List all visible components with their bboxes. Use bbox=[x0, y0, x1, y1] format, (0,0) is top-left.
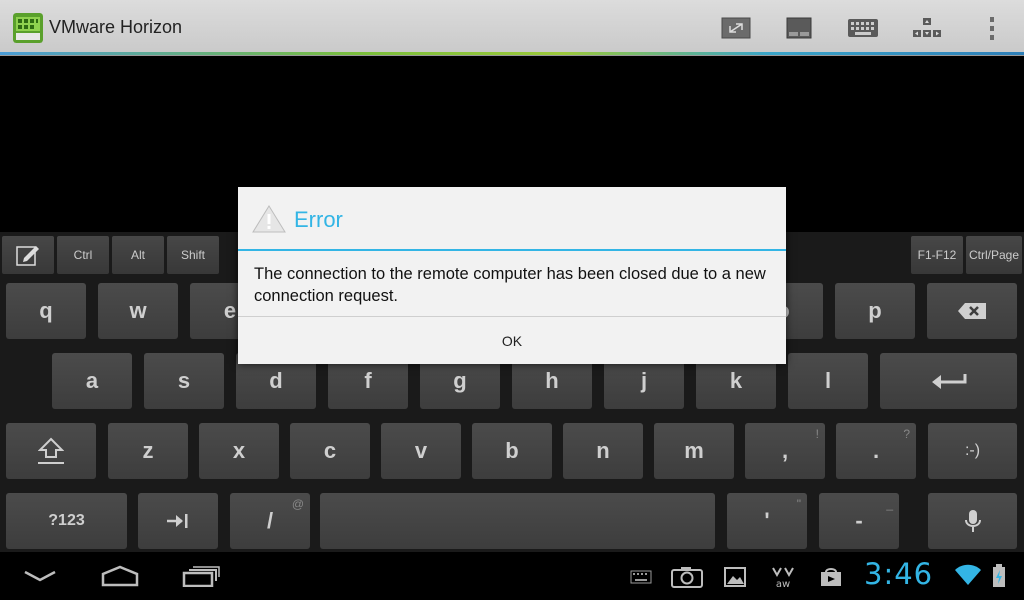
home-icon bbox=[101, 565, 139, 587]
key-slash-alt: @ bbox=[291, 497, 304, 511]
status-clock: 3:46 bbox=[864, 557, 934, 591]
key-n[interactable]: n bbox=[563, 423, 643, 479]
overflow-menu-button[interactable] bbox=[975, 14, 1009, 42]
key-comma-label: , bbox=[781, 438, 789, 463]
key-a[interactable]: a bbox=[52, 353, 132, 409]
dialog-header: Error bbox=[238, 187, 786, 251]
ok-button[interactable]: OK bbox=[238, 316, 786, 364]
smiley-key[interactable]: :-) bbox=[928, 423, 1017, 479]
key-slash-label: / bbox=[266, 508, 274, 533]
shift-fn-key[interactable]: Shift bbox=[167, 236, 219, 274]
enter-icon bbox=[931, 374, 966, 389]
key-p[interactable]: p bbox=[835, 283, 915, 339]
dialog-message: The connection to the remote computer ha… bbox=[254, 265, 766, 305]
fullscreen-icon bbox=[721, 17, 751, 39]
ctrl-key[interactable]: Ctrl bbox=[57, 236, 109, 274]
ctrl-page-key[interactable]: Ctrl/Page bbox=[966, 236, 1022, 274]
accent-strip bbox=[0, 52, 1024, 55]
tab-icon bbox=[167, 514, 188, 528]
key-dash[interactable]: - _ bbox=[819, 493, 899, 549]
warning-icon bbox=[252, 205, 286, 233]
keyboard-toggle-button[interactable] bbox=[846, 14, 880, 42]
key-w[interactable]: w bbox=[98, 283, 178, 339]
camera-icon[interactable] bbox=[671, 566, 703, 588]
key-s[interactable]: s bbox=[144, 353, 224, 409]
key-c[interactable]: c bbox=[290, 423, 370, 479]
backspace-icon bbox=[958, 303, 986, 319]
edit-key[interactable] bbox=[2, 236, 54, 274]
app-title: VMware Horizon bbox=[49, 17, 183, 37]
navigation-keys-button[interactable] bbox=[910, 14, 944, 42]
key-period-label: . bbox=[872, 438, 880, 463]
key-apostrophe-label: ' bbox=[764, 508, 770, 533]
f1-f12-key[interactable]: F1-F12 bbox=[911, 236, 963, 274]
voice-input-key[interactable] bbox=[928, 493, 1017, 549]
key-z[interactable]: z bbox=[108, 423, 188, 479]
key-period[interactable]: . ? bbox=[836, 423, 916, 479]
touchpad-icon bbox=[786, 17, 812, 39]
shift-icon bbox=[38, 437, 64, 464]
enter-key[interactable] bbox=[880, 353, 1017, 409]
wifi-icon bbox=[955, 564, 981, 585]
key-comma[interactable]: , ! bbox=[745, 423, 825, 479]
alt-key[interactable]: Alt bbox=[112, 236, 164, 274]
space-key[interactable] bbox=[320, 493, 715, 549]
screen: VMware Horizon Ctrl Alt Shift F1-F12 Ctr… bbox=[0, 0, 1024, 600]
key-b[interactable]: b bbox=[472, 423, 552, 479]
key-comma-alt: ! bbox=[815, 427, 819, 441]
key-l[interactable]: l bbox=[788, 353, 868, 409]
store-icon[interactable] bbox=[820, 567, 842, 587]
tab-key[interactable] bbox=[138, 493, 218, 549]
back-button[interactable] bbox=[22, 562, 58, 590]
shift-key[interactable] bbox=[6, 423, 96, 479]
key-apostrophe-alt: " bbox=[796, 497, 801, 511]
touchpad-button[interactable] bbox=[782, 14, 816, 42]
key-v[interactable]: v bbox=[381, 423, 461, 479]
battery-icon bbox=[993, 564, 1005, 587]
key-apostrophe[interactable]: ' " bbox=[727, 493, 807, 549]
key-x[interactable]: x bbox=[199, 423, 279, 479]
backspace-key[interactable] bbox=[927, 283, 1017, 339]
microphone-icon bbox=[964, 510, 981, 532]
dialog-title: Error bbox=[294, 207, 343, 232]
svg-text:aw: aw bbox=[776, 579, 790, 589]
pencil-icon bbox=[16, 246, 39, 266]
home-button[interactable] bbox=[100, 562, 140, 590]
overflow-menu-icon bbox=[990, 17, 994, 40]
fullscreen-button[interactable] bbox=[719, 14, 753, 42]
gallery-icon[interactable] bbox=[724, 567, 746, 587]
numbers-switch-key[interactable]: ?123 bbox=[6, 493, 127, 549]
action-bar: VMware Horizon bbox=[0, 0, 1024, 56]
recent-apps-button[interactable] bbox=[181, 562, 221, 590]
navigation-keys-icon bbox=[913, 18, 941, 37]
airwatch-icon[interactable]: aw bbox=[771, 565, 795, 589]
key-period-alt: ? bbox=[903, 427, 910, 441]
back-icon bbox=[24, 570, 56, 582]
recent-apps-icon bbox=[182, 566, 220, 587]
vmware-horizon-app-icon bbox=[13, 13, 43, 43]
keyboard-status-icon bbox=[630, 570, 652, 584]
key-dash-alt: _ bbox=[886, 497, 893, 511]
error-dialog: Error The connection to the remote compu… bbox=[238, 187, 786, 364]
key-q[interactable]: q bbox=[6, 283, 86, 339]
keyboard-icon bbox=[848, 19, 878, 37]
key-slash[interactable]: / @ bbox=[230, 493, 310, 549]
key-dash-label: - bbox=[855, 508, 863, 533]
key-m[interactable]: m bbox=[654, 423, 734, 479]
